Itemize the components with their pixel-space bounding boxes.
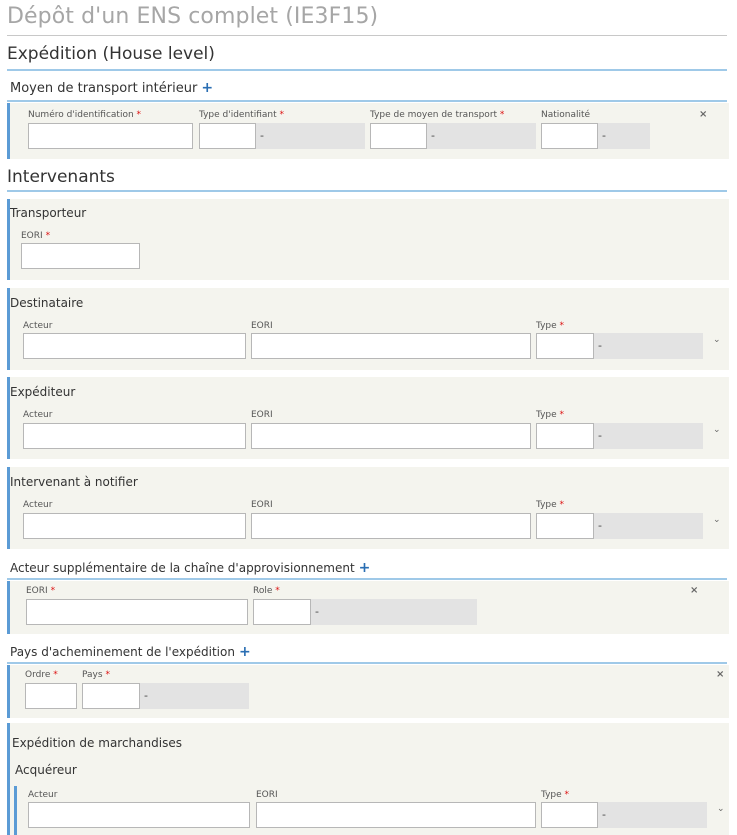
transport-title: Moyen de transport intérieur [10, 81, 198, 96]
acteur-supp-eori-label: EORI * [26, 586, 56, 596]
subsection-divider-transport [7, 100, 727, 102]
pays-description: - [140, 683, 249, 709]
pays-label: Pays * [82, 670, 110, 680]
expediteur-title: Expéditeur [10, 385, 76, 399]
subsection-divider-acteur-supp [7, 578, 727, 580]
acquereur-acteur-input[interactable] [28, 802, 250, 828]
page-title: Dépôt d'un ENS complet (IE3F15) [7, 4, 379, 29]
notifier-acteur-label: Acteur [23, 500, 53, 510]
add-pays-button[interactable]: + [239, 644, 251, 660]
subsection-transport: Moyen de transport intérieur + [10, 80, 213, 96]
add-transport-button[interactable]: + [201, 80, 213, 96]
acteur-supp-role-input[interactable] [253, 599, 311, 625]
remove-pays-icon[interactable]: × [716, 669, 724, 680]
nationalite-label: Nationalité [541, 110, 591, 120]
type-moyen-description: - [427, 123, 536, 149]
section-title-intervenants: Intervenants [7, 167, 115, 187]
transporteur-eori-input[interactable] [21, 243, 140, 269]
expediteur-eori-input[interactable] [251, 423, 531, 449]
destinataire-chevron-down-icon[interactable]: ⌄ [713, 335, 721, 345]
notifier-chevron-down-icon[interactable]: ⌄ [713, 515, 721, 525]
transport-panel-accent [7, 103, 10, 159]
marchandises-panel-accent [7, 723, 10, 835]
remove-transport-icon[interactable]: × [699, 109, 707, 120]
expediteur-eori-label: EORI [251, 410, 273, 420]
expediteur-type-description: - [594, 423, 703, 449]
acquereur-type-label: Type * [541, 790, 570, 800]
acteur-supp-role-label: Role * [253, 586, 280, 596]
nationalite-description: - [598, 123, 650, 149]
acquereur-panel-accent [14, 786, 17, 835]
acquereur-eori-label: EORI [256, 790, 278, 800]
marchandises-title: Expédition de marchandises [12, 736, 182, 750]
numero-input[interactable] [28, 123, 193, 149]
pays-panel-accent [7, 665, 10, 718]
expediteur-type-input[interactable] [536, 423, 594, 449]
acteur-supp-panel-accent [7, 581, 10, 634]
destinataire-title: Destinataire [10, 296, 84, 310]
type-moyen-label: Type de moyen de transport * [370, 110, 505, 120]
destinataire-acteur-input[interactable] [23, 333, 246, 359]
notifier-type-label: Type * [536, 500, 565, 510]
expediteur-acteur-label: Acteur [23, 410, 53, 420]
acquereur-acteur-label: Acteur [28, 790, 58, 800]
notifier-type-description: - [594, 513, 703, 539]
acquereur-type-description: - [598, 802, 707, 828]
type-id-description: - [256, 123, 365, 149]
acquereur-type-input[interactable] [541, 802, 598, 828]
pays-title: Pays d'acheminement de l'expédition [10, 645, 235, 659]
ordre-input[interactable] [25, 683, 77, 709]
destinataire-type-label: Type * [536, 321, 565, 331]
section-divider-expedition [7, 69, 727, 71]
notifier-type-input[interactable] [536, 513, 594, 539]
transporteur-title: Transporteur [10, 206, 87, 220]
acquereur-title: Acquéreur [15, 763, 77, 777]
destinataire-eori-input[interactable] [251, 333, 531, 359]
pays-input[interactable] [82, 683, 140, 709]
section-divider-intervenants [7, 190, 727, 192]
destinataire-type-input[interactable] [536, 333, 594, 359]
section-title-expedition: Expédition (House level) [7, 44, 215, 64]
destinataire-acteur-label: Acteur [23, 321, 53, 331]
expediteur-type-label: Type * [536, 410, 565, 420]
type-id-input[interactable] [199, 123, 256, 149]
notifier-eori-input[interactable] [251, 513, 531, 539]
acteur-supp-title: Acteur supplémentaire de la chaîne d'app… [10, 561, 355, 575]
subsection-pays: Pays d'acheminement de l'expédition + [10, 644, 251, 660]
notifier-title: Intervenant à notifier [10, 475, 138, 489]
type-id-label: Type d'identifiant * [199, 110, 284, 120]
acquereur-eori-input[interactable] [256, 802, 536, 828]
title-divider [7, 35, 727, 36]
subsection-acteur-supp: Acteur supplémentaire de la chaîne d'app… [10, 560, 370, 576]
subsection-divider-pays [7, 662, 727, 664]
destinataire-type-description: - [594, 333, 703, 359]
notifier-acteur-input[interactable] [23, 513, 246, 539]
transporteur-eori-label: EORI * [21, 231, 51, 241]
remove-acteur-supp-icon[interactable]: × [690, 585, 698, 596]
notifier-eori-label: EORI [251, 500, 273, 510]
expediteur-chevron-down-icon[interactable]: ⌄ [713, 425, 721, 435]
destinataire-eori-label: EORI [251, 321, 273, 331]
acteur-supp-eori-input[interactable] [26, 599, 248, 625]
ordre-label: Ordre * [25, 670, 58, 680]
nationalite-input[interactable] [541, 123, 598, 149]
type-moyen-input[interactable] [370, 123, 427, 149]
expediteur-acteur-input[interactable] [23, 423, 246, 449]
numero-label: Numéro d'identification * [28, 110, 142, 120]
add-acteur-supp-button[interactable]: + [359, 560, 371, 576]
acquereur-chevron-down-icon[interactable]: ⌄ [717, 804, 725, 814]
acteur-supp-role-description: - [311, 599, 477, 625]
